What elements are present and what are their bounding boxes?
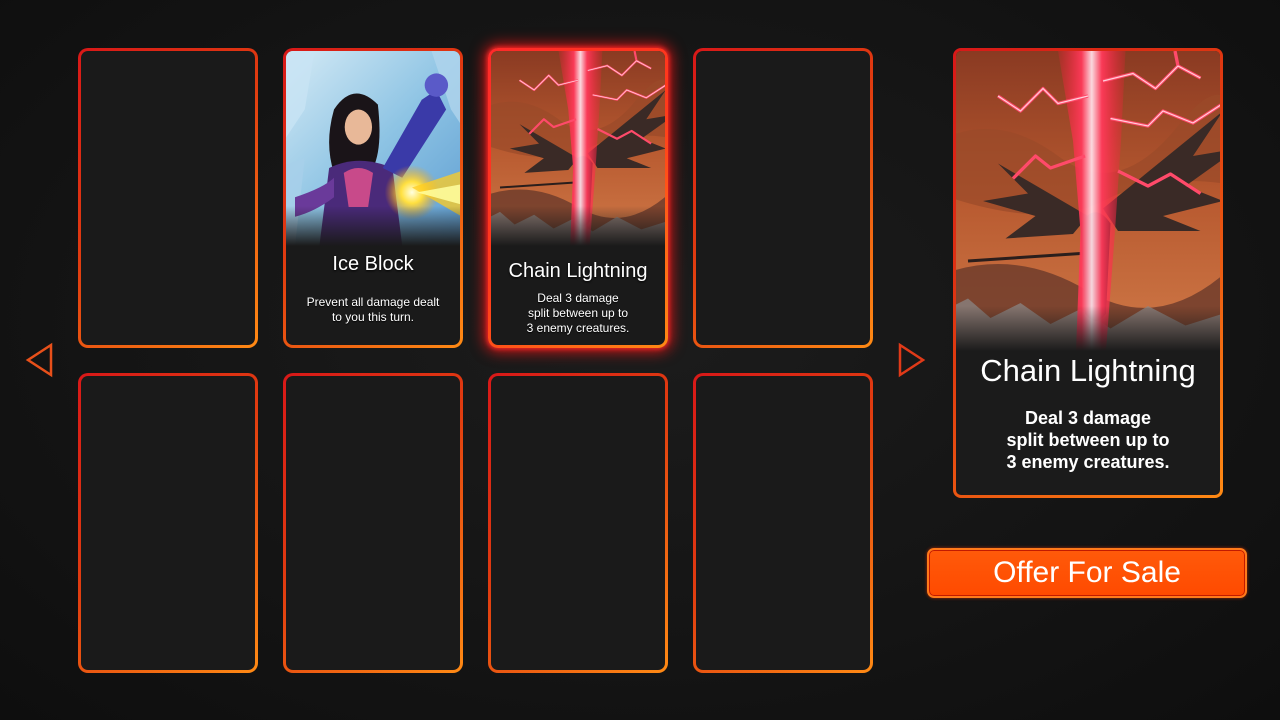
card-slot-empty[interactable] [283, 373, 463, 673]
card-description: Prevent all damage dealt to you this tur… [306, 295, 440, 324]
ice-mage-art [286, 51, 460, 246]
triangle-left-icon [25, 342, 53, 378]
dragon-lightning-art [956, 51, 1220, 351]
offer-for-sale-button[interactable]: Offer For Sale [927, 548, 1247, 598]
selected-card-preview: Chain Lightning Deal 3 damage split betw… [953, 48, 1223, 498]
card-slot-ice-block[interactable]: Ice Block Prevent all damage dealt to yo… [283, 48, 463, 348]
card-slot-empty[interactable] [488, 373, 668, 673]
preview-description: Deal 3 damage split between up to 3 enem… [1006, 408, 1170, 472]
card-title: Chain Lightning [508, 260, 648, 282]
card-slot-chain-lightning[interactable]: Chain Lightning Deal 3 damage split betw… [488, 48, 668, 348]
card-slot-empty[interactable] [78, 48, 258, 348]
preview-title: Chain Lightning [980, 353, 1196, 388]
card-slot-empty[interactable] [693, 48, 873, 348]
card-slot-empty[interactable] [78, 373, 258, 673]
prev-page-button[interactable] [24, 342, 54, 378]
card-description: Deal 3 damage split between up to 3 enem… [526, 291, 630, 335]
dragon-lightning-art [491, 51, 665, 246]
card-title: Ice Block [332, 253, 414, 275]
card-slot-empty[interactable] [693, 373, 873, 673]
triangle-right-icon [898, 342, 926, 378]
next-page-button[interactable] [897, 342, 927, 378]
